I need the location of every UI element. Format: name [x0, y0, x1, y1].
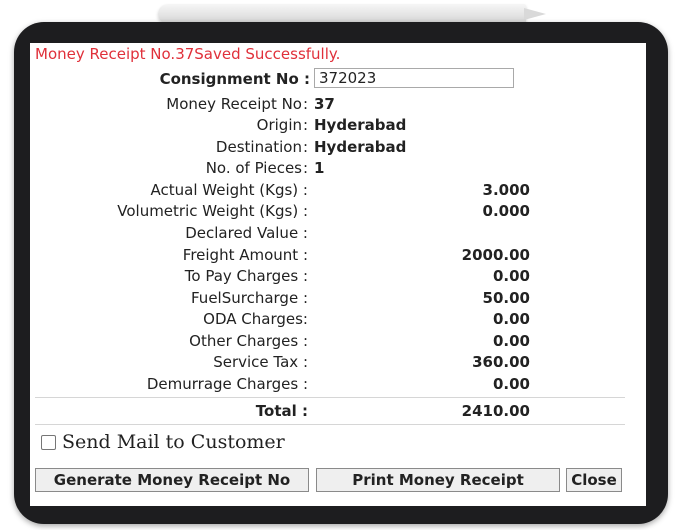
consignment-input[interactable] — [314, 68, 514, 88]
detail-row: No. of Pieces : 1 — [30, 159, 646, 179]
colon: : — [303, 116, 309, 134]
detail-row: Money Receipt No : 37 — [30, 95, 646, 115]
stage: Money Receipt No.37Saved Successfully. C… — [0, 0, 680, 530]
charge-row: ODA Charges: 0.00 — [30, 310, 646, 330]
charge-row: To Pay Charges : 0.00 — [30, 267, 646, 287]
charge-row: Freight Amount : 2000.00 — [30, 246, 646, 266]
total-value: 2410.00 — [461, 402, 530, 420]
detail-row: Origin : Hyderabad — [30, 116, 646, 136]
generate-money-receipt-button[interactable]: Generate Money Receipt No — [35, 468, 309, 492]
charge-value: 0.00 — [492, 332, 530, 350]
detail-label: Origin — [256, 116, 302, 134]
charge-label: Freight Amount : — [182, 246, 308, 264]
charge-row: Other Charges : 0.00 — [30, 332, 646, 352]
detail-label: No. of Pieces — [205, 159, 302, 177]
charge-label: Service Tax : — [213, 353, 308, 371]
money-receipt-no-value: 37 — [314, 95, 335, 113]
charge-label: To Pay Charges : — [184, 267, 308, 285]
stylus-pencil — [158, 4, 526, 24]
send-mail-option[interactable]: Send Mail to Customer — [41, 431, 285, 453]
charge-label: Volumetric Weight (Kgs) : — [117, 202, 308, 220]
charge-label: Other Charges : — [189, 332, 308, 350]
consignment-label: Consignment No : — [159, 70, 310, 88]
charge-row: Service Tax : 360.00 — [30, 353, 646, 373]
charge-value: 0.00 — [492, 267, 530, 285]
charge-row: Actual Weight (Kgs) : 3.000 — [30, 181, 646, 201]
success-message: Money Receipt No.37Saved Successfully. — [35, 45, 341, 63]
separator — [35, 397, 625, 398]
charge-value: 50.00 — [482, 289, 530, 307]
charge-value: 360.00 — [472, 353, 530, 371]
charge-value: 3.000 — [482, 181, 530, 199]
colon: : — [303, 159, 309, 177]
send-mail-label: Send Mail to Customer — [62, 431, 285, 453]
total-label: Total : — [255, 402, 308, 420]
charge-row: Demurrage Charges : 0.00 — [30, 375, 646, 395]
stylus-tip — [524, 8, 546, 20]
pieces-value: 1 — [314, 159, 325, 177]
send-mail-checkbox[interactable] — [41, 434, 56, 450]
charge-label: Actual Weight (Kgs) : — [150, 181, 309, 199]
print-money-receipt-button[interactable]: Print Money Receipt — [316, 468, 560, 492]
charge-row: FuelSurcharge : 50.00 — [30, 289, 646, 309]
separator — [35, 424, 625, 425]
charge-value: 2000.00 — [461, 246, 530, 264]
charge-value: 0.000 — [482, 202, 530, 220]
origin-value: Hyderabad — [314, 116, 407, 134]
detail-label: Destination — [215, 138, 302, 156]
colon: : — [303, 95, 309, 113]
charge-label: ODA Charges: — [203, 310, 308, 328]
charge-value: 0.00 — [492, 310, 530, 328]
charge-value: 0.00 — [492, 375, 530, 393]
charge-row: Volumetric Weight (Kgs) : 0.000 — [30, 202, 646, 222]
charge-row: Declared Value : — [30, 224, 646, 244]
charge-label: FuelSurcharge : — [191, 289, 308, 307]
detail-row: Destination : Hyderabad — [30, 138, 646, 158]
destination-value: Hyderabad — [314, 138, 407, 156]
receipt-screen: Money Receipt No.37Saved Successfully. C… — [30, 43, 646, 506]
close-button[interactable]: Close — [566, 468, 622, 492]
charge-label: Demurrage Charges : — [146, 375, 308, 393]
total-row: Total : 2410.00 — [30, 402, 646, 422]
detail-label: Money Receipt No — [166, 95, 302, 113]
colon: : — [303, 138, 309, 156]
charge-label: Declared Value : — [185, 224, 308, 242]
